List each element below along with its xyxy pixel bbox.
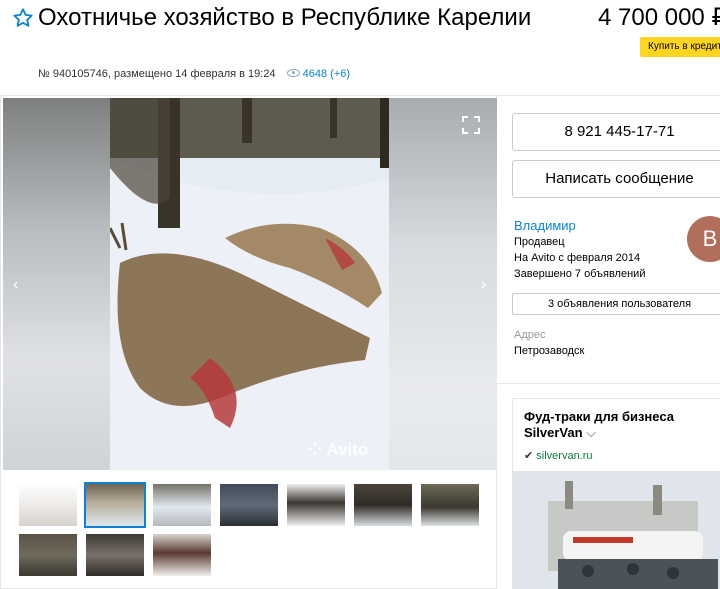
show-phone-button[interactable]: 8 921 445-17-71 [512, 113, 720, 151]
seller-role: Продавец [514, 236, 565, 248]
ad-url[interactable]: ✔ silvervan.ru [524, 449, 593, 462]
thumbnail[interactable] [19, 484, 77, 526]
photo-image [110, 98, 389, 470]
next-photo-icon[interactable]: › [481, 276, 486, 294]
verified-check-icon: ✔ [524, 450, 534, 462]
seller-completed: Завершено 7 объявлений [514, 268, 646, 280]
ad-block[interactable]: Фуд-траки для бизнеса SilverVan ⌵ ✔ silv… [512, 398, 720, 589]
ad-image-scene [513, 471, 720, 589]
ad-title[interactable]: Фуд-траки для бизнеса SilverVan ⌵ [524, 409, 714, 441]
views-value: 4648 (+6) [302, 68, 351, 80]
ad-title-text: Фуд-траки для бизнеса SilverVan [524, 409, 674, 440]
listing-number-date: № 940105746, размещено 14 февраля в 19:2… [38, 68, 276, 80]
page-title: Охотничье хозяйство в Республике Карелии [38, 4, 532, 31]
thumbnail[interactable] [354, 484, 412, 526]
main-photo[interactable]: ⁘ Avito ‹ › [3, 98, 497, 470]
seller-sidebar: 8 921 445-17-71 Написать сообщение Влади… [497, 95, 720, 589]
avito-watermark: ⁘ Avito [308, 440, 369, 459]
photo-gallery: ⁘ Avito ‹ › [0, 95, 497, 589]
avatar[interactable]: В [687, 216, 720, 262]
thumbnail[interactable] [287, 484, 345, 526]
eye-icon [286, 69, 300, 78]
watermark-text: Avito [326, 440, 369, 459]
chevron-down-icon: ⌵ [586, 425, 597, 440]
photo-blur-left [3, 98, 110, 470]
price: 4 700 000 ₽ [598, 4, 720, 31]
listing-meta: № 940105746, размещено 14 февраля в 19:2… [38, 68, 350, 80]
divider [497, 383, 720, 384]
address-label: Адрес [514, 329, 546, 341]
write-message-button[interactable]: Написать сообщение [512, 160, 720, 198]
photo-scene [110, 98, 389, 470]
thumbnail[interactable] [19, 534, 77, 576]
buy-on-credit-button[interactable]: Купить в кредит [640, 37, 720, 57]
prev-photo-icon[interactable]: ‹ [13, 276, 18, 294]
ad-url-text: silvervan.ru [536, 450, 593, 462]
seller-name-link[interactable]: Владимир [514, 218, 576, 233]
thumbnail[interactable] [84, 482, 146, 528]
ad-image[interactable] [513, 471, 720, 589]
views-counter: 4648 (+6) [279, 68, 350, 80]
address-value: Петрозаводск [514, 345, 585, 357]
other-ads-button[interactable]: 3 объявления пользователя [512, 293, 720, 315]
thumbnail[interactable] [153, 534, 211, 576]
seller-since: На Avito с февраля 2014 [514, 252, 641, 264]
favorite-star-icon[interactable] [12, 7, 34, 29]
thumbnail[interactable] [220, 484, 278, 526]
thumbnail[interactable] [86, 534, 144, 576]
thumbnail[interactable] [421, 484, 479, 526]
thumbnail[interactable] [153, 484, 211, 526]
fullscreen-icon[interactable] [462, 116, 480, 134]
listing-header: Охотничье хозяйство в Республике Карелии… [0, 0, 720, 95]
